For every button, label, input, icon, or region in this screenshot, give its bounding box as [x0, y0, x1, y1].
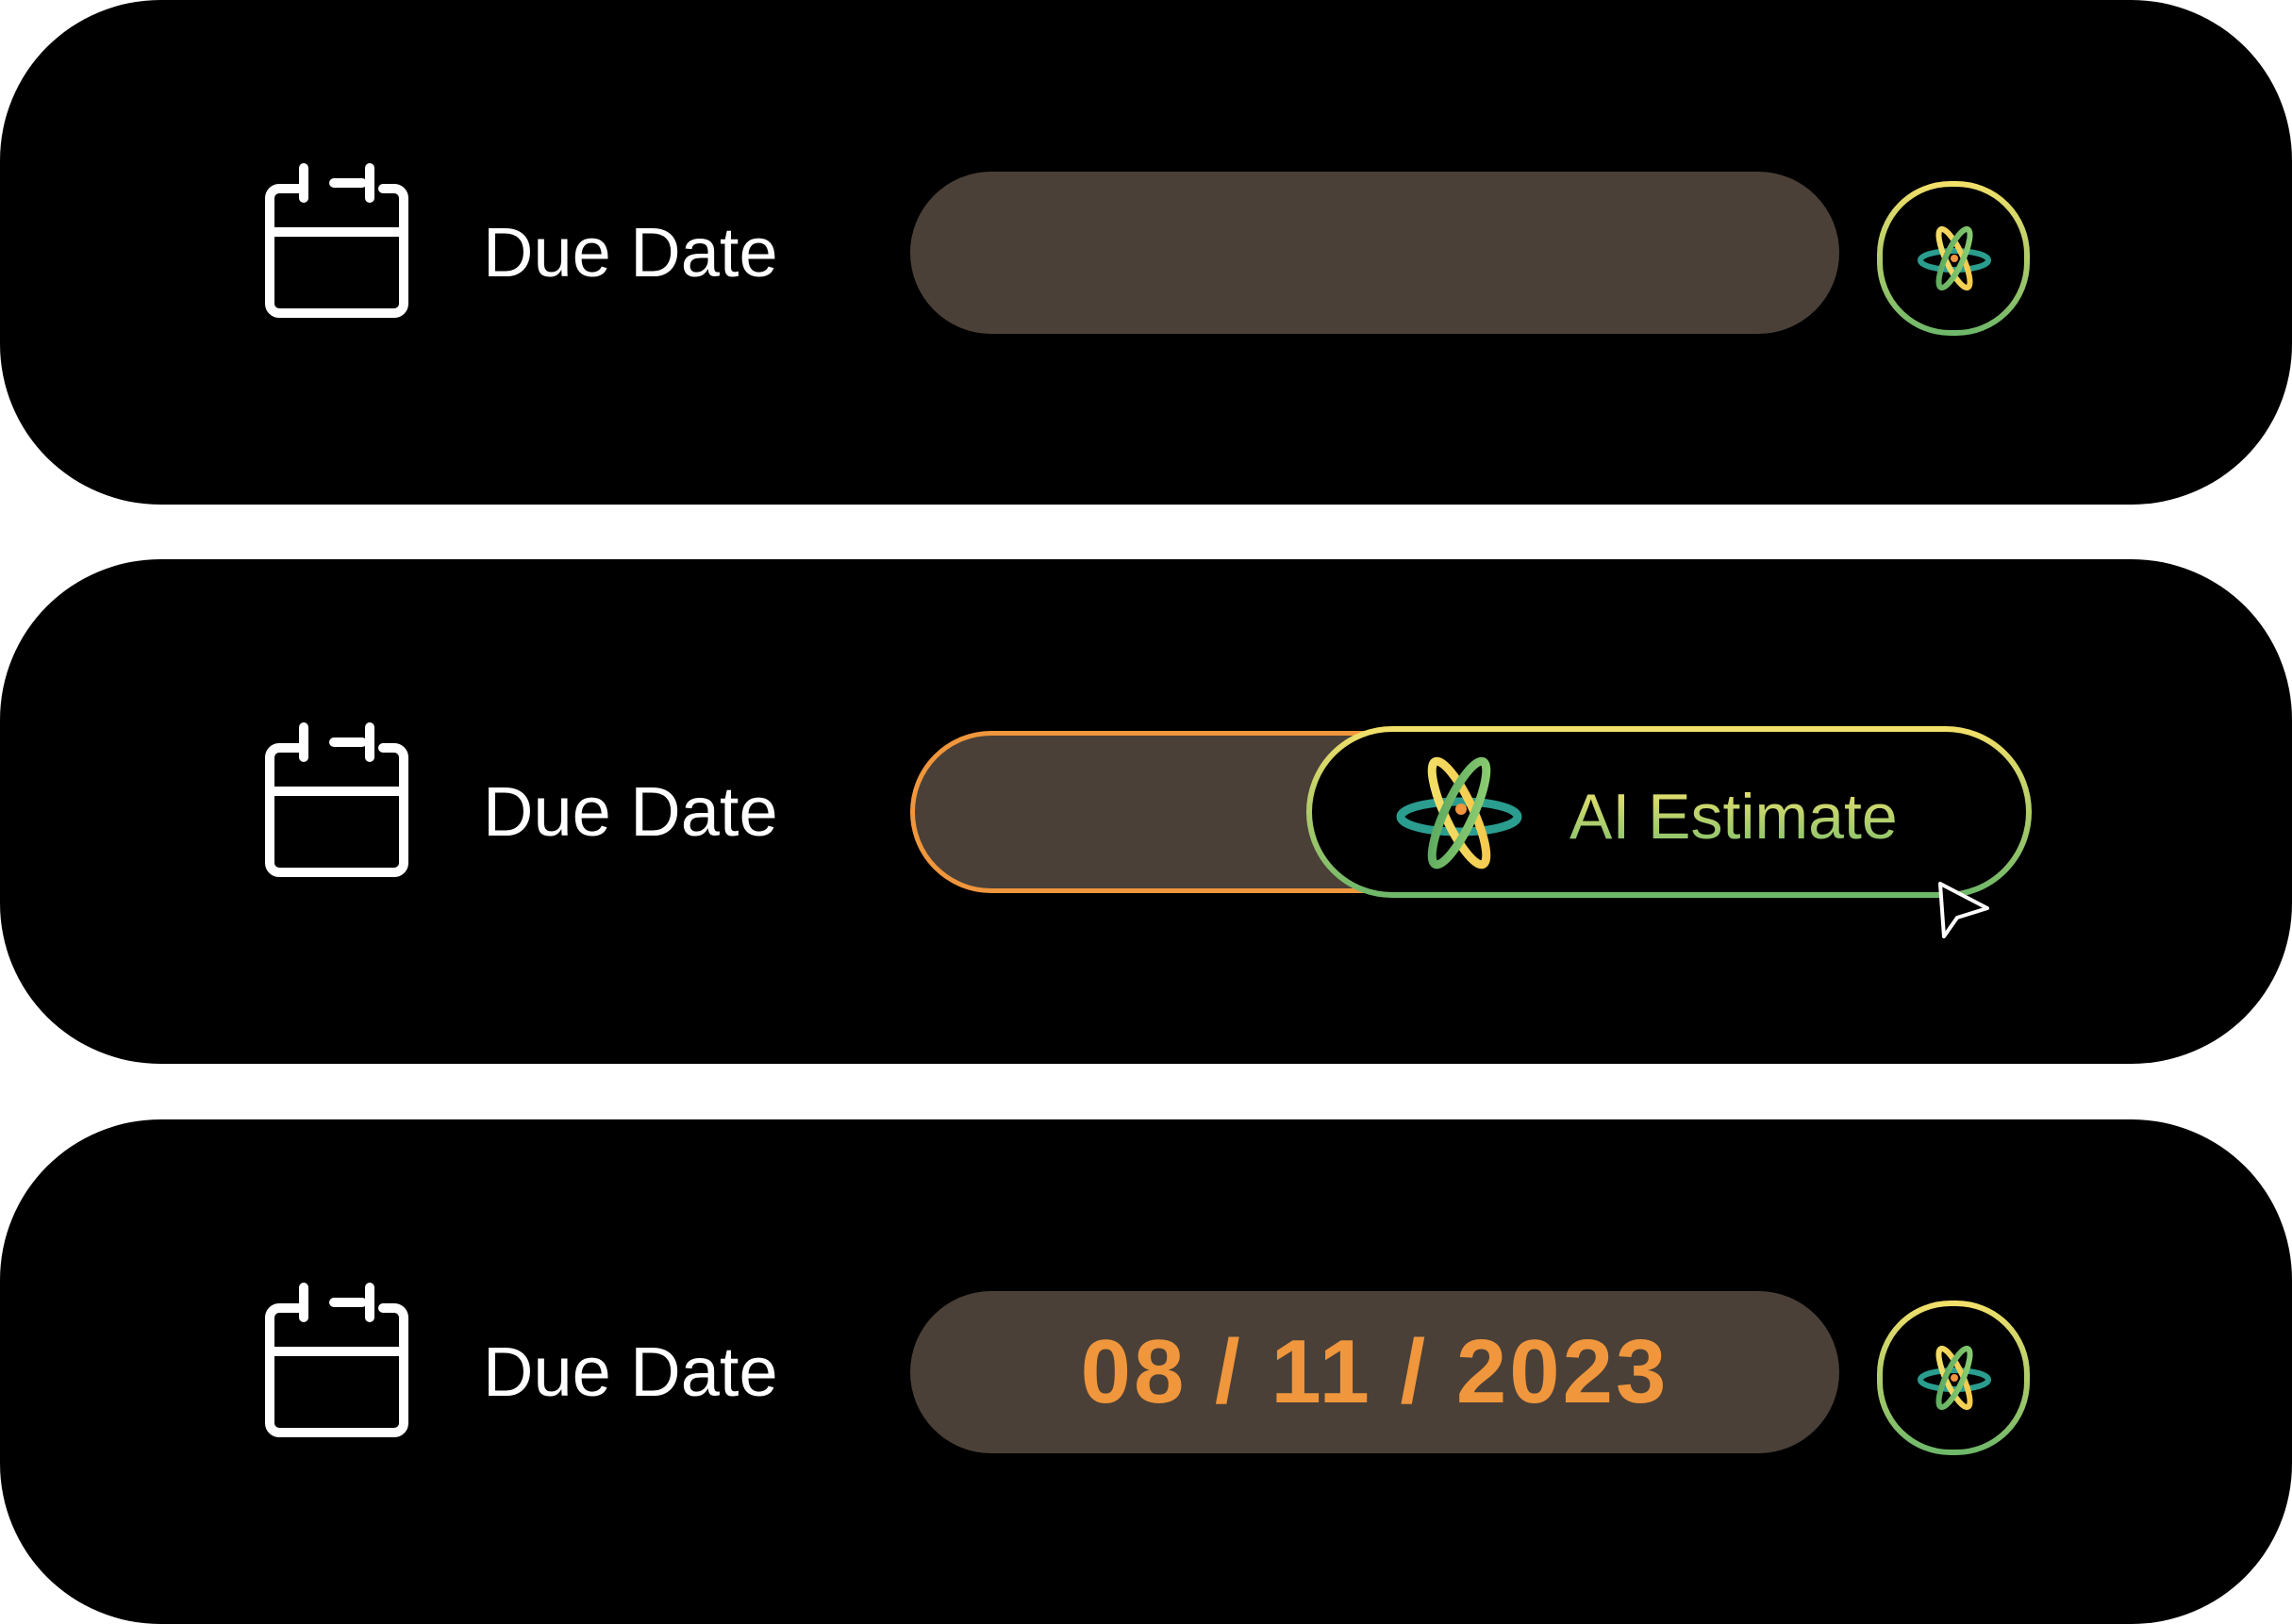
ai-estimate-text: AI Estimate	[1570, 781, 1898, 853]
calendar-icon	[265, 163, 408, 318]
due-date-value	[910, 172, 1839, 334]
due-date-input[interactable]	[910, 172, 1839, 334]
calendar-icon	[265, 722, 408, 877]
ai-estimate-button[interactable]	[1875, 179, 2034, 338]
ai-estimate-button[interactable]	[1875, 1299, 2034, 1457]
due-date-row-filled: Due Date 08 / 11 / 2023	[0, 1119, 2292, 1624]
field-label: Due Date	[483, 213, 778, 291]
due-date-value: 08 / 11 / 2023	[1080, 1321, 1669, 1422]
field-label: Due Date	[483, 1333, 778, 1411]
field-label: Due Date	[483, 772, 778, 851]
calendar-icon	[265, 1283, 408, 1437]
mouse-cursor-icon	[1938, 882, 1989, 938]
due-date-row-empty: Due Date	[0, 0, 2292, 505]
ai-estimate-label-fill: AI Estimate	[1570, 781, 1898, 853]
due-date-input[interactable]: 08 / 11 / 2023	[910, 1291, 1839, 1453]
